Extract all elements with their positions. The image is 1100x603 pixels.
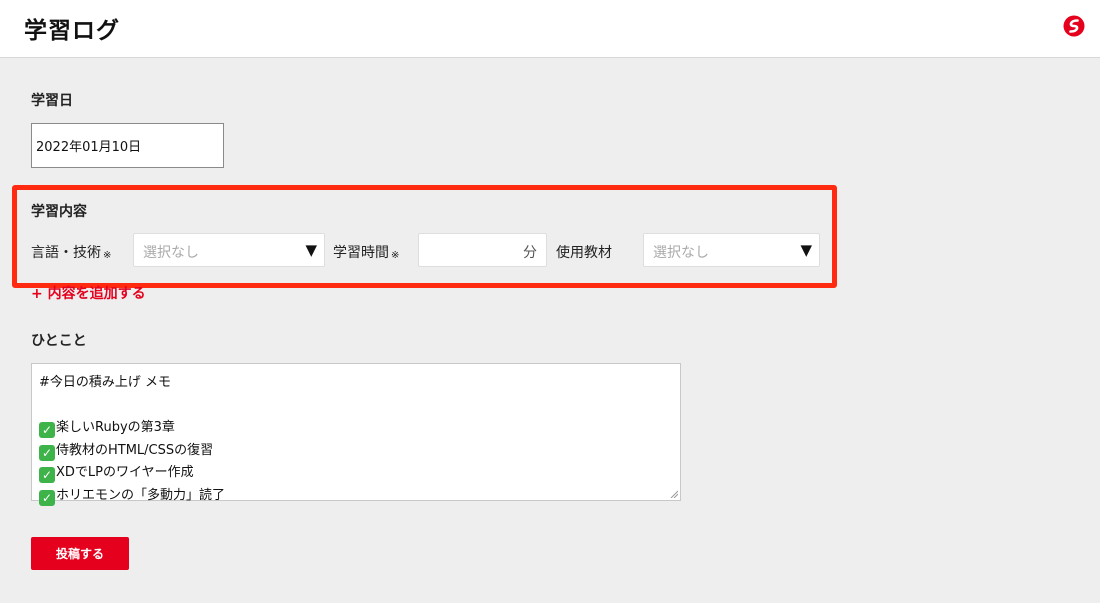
study-date-label: 学習日	[31, 93, 73, 109]
comment-textarea[interactable]: #今日の積み上げ メモ ✓ 楽しいRubyの第3章 ✓ 侍教材のHTML/CSSの復習 ✓…	[31, 363, 681, 506]
app-title: 学習ログ	[24, 18, 120, 44]
material-select[interactable]: 選択なし ▼	[643, 233, 820, 267]
required-mark: ※	[391, 250, 400, 261]
material-label: 使用教材	[556, 245, 612, 261]
check-mark-icon: ✓	[39, 489, 55, 506]
comment-line-text: ホリエモンの「多動力」読了	[56, 487, 226, 503]
brand-logo-icon[interactable]	[1063, 15, 1085, 37]
language-label-text: 言語・技術	[31, 245, 101, 261]
comment-line-text: 侍教材のHTML/CSSの復習	[56, 442, 214, 458]
comment-line: ✓ 楽しいRubyの第3章	[39, 417, 680, 440]
required-mark: ※	[103, 250, 112, 261]
comment-line-text: 楽しいRubyの第3章	[56, 420, 175, 435]
check-mark-icon: ✓	[39, 422, 55, 438]
study-content-label: 学習内容	[31, 204, 87, 220]
comment-line	[39, 395, 680, 418]
study-time-input[interactable]: 分	[418, 233, 547, 267]
language-select[interactable]: 選択なし ▼	[133, 233, 325, 267]
dropdown-arrow-icon: ▼	[305, 241, 317, 259]
comment-line: ✓ 侍教材のHTML/CSSの復習	[39, 440, 680, 463]
comment-line-text: XDでLPのワイヤー作成	[56, 465, 194, 480]
comment-label: ひとこと	[31, 333, 87, 349]
app-header: 学習ログ	[0, 0, 1100, 58]
comment-line-text: #今日の積み上げ メモ	[39, 375, 172, 390]
dropdown-arrow-icon: ▼	[800, 241, 812, 259]
check-mark-icon: ✓	[39, 467, 55, 483]
comment-lines: #今日の積み上げ メモ ✓ 楽しいRubyの第3章 ✓ 侍教材のHTML/CSSの復習 ✓…	[39, 372, 680, 507]
study-time-label: 学習時間 ※	[333, 242, 399, 262]
language-label: 言語・技術 ※	[31, 242, 111, 262]
study-time-label-text: 学習時間	[333, 245, 389, 261]
comment-line: ✓ XDでLPのワイヤー作成	[39, 462, 680, 485]
add-content-link[interactable]: + 内容を追加する	[31, 283, 146, 303]
study-date-input[interactable]	[31, 123, 224, 168]
resize-handle-icon[interactable]	[670, 490, 678, 498]
comment-line: #今日の積み上げ メモ	[39, 372, 680, 395]
check-mark-icon: ✓	[39, 444, 55, 461]
submit-button[interactable]: 投稿する	[31, 537, 129, 570]
material-select-placeholder: 選択なし	[653, 245, 709, 261]
language-select-placeholder: 選択なし	[143, 245, 199, 261]
minutes-unit: 分	[523, 245, 537, 261]
comment-line: ✓ ホリエモンの「多動力」読了	[39, 485, 680, 508]
